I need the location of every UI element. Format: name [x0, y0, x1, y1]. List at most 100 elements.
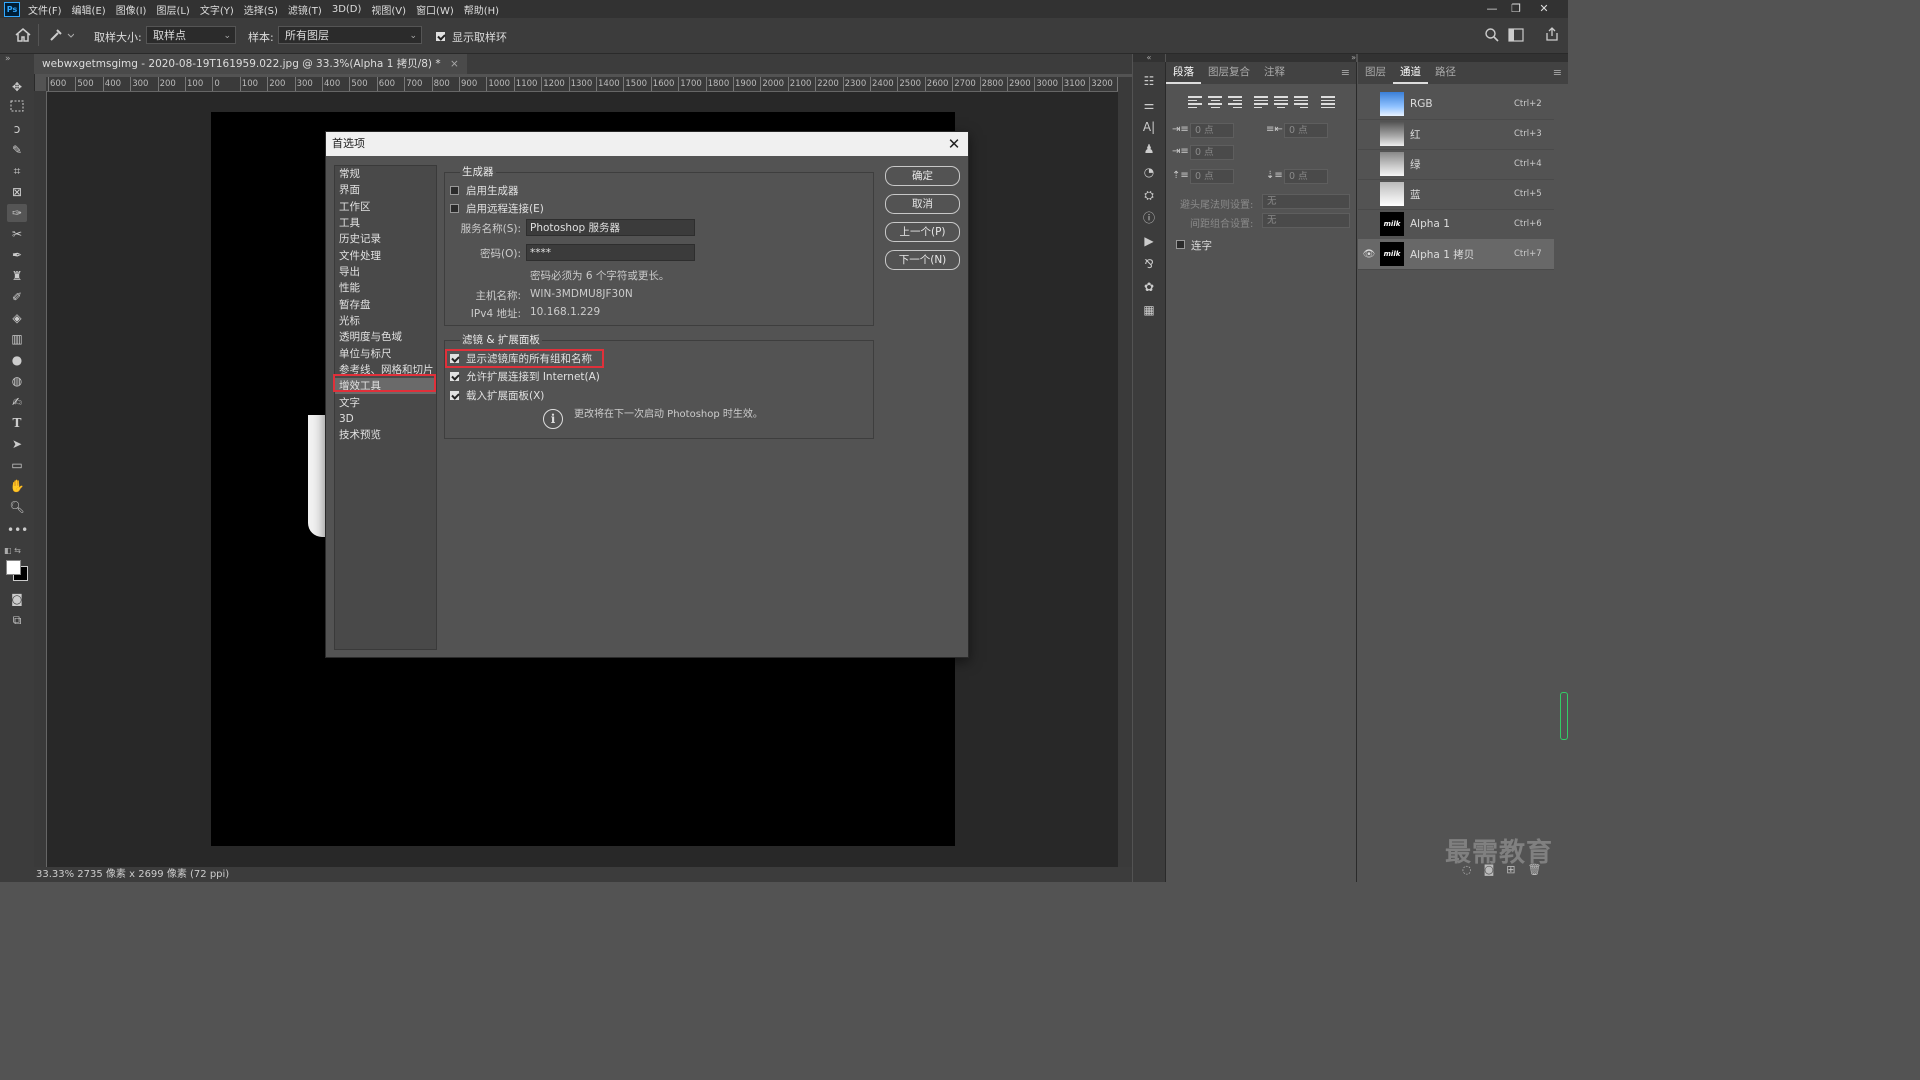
home-icon[interactable] — [14, 27, 32, 43]
channel-row-blue[interactable]: 蓝 Ctrl+5 — [1358, 179, 1554, 210]
channel-row-red[interactable]: 红 Ctrl+3 — [1358, 119, 1554, 150]
panel-menu-icon[interactable]: ≡ — [1341, 66, 1350, 84]
minimize-button[interactable]: — — [1481, 0, 1503, 18]
marquee-tool-icon[interactable] — [7, 99, 27, 117]
swatches-panel-icon[interactable]: ✿ — [1139, 278, 1159, 296]
channel-row-rgb[interactable]: RGB Ctrl+2 — [1358, 89, 1554, 120]
hand-tool-icon[interactable]: ✋ — [7, 477, 27, 495]
dodge-tool-icon[interactable]: ◍ — [7, 372, 27, 390]
category-transparency[interactable]: 透明度与色域 — [339, 329, 402, 345]
close-icon[interactable]: ✕ — [944, 133, 964, 155]
category-performance[interactable]: 性能 — [339, 280, 360, 296]
type-tool-icon[interactable]: T — [7, 414, 27, 432]
sample-size-select[interactable]: 取样点 ⌄ — [146, 26, 236, 44]
screen-mode-icon[interactable]: ⧉ — [7, 611, 27, 629]
properties-panel-icon[interactable]: ⛭ — [1139, 186, 1159, 204]
menu-edit[interactable]: 编辑(E) — [72, 2, 106, 17]
tab-channels[interactable]: 通道 — [1393, 64, 1428, 84]
align-left-icon[interactable] — [1188, 96, 1202, 108]
more-tools-icon[interactable]: ••• — [7, 521, 28, 539]
load-extension-panels-checkbox[interactable] — [450, 390, 459, 400]
category-cursors[interactable]: 光标 — [339, 313, 360, 329]
category-general[interactable]: 常规 — [339, 166, 360, 182]
lasso-tool-icon[interactable]: ↄ — [7, 120, 27, 138]
allow-extensions-checkbox[interactable] — [450, 371, 459, 381]
share-icon[interactable] — [1544, 26, 1560, 42]
hyphenate-checkbox[interactable] — [1176, 240, 1185, 249]
enable-remote-row[interactable]: 启用远程连接(E) — [450, 200, 544, 216]
ok-button[interactable]: 确定 — [885, 166, 960, 186]
tab-layers[interactable]: 图层 — [1358, 64, 1393, 84]
menu-file[interactable]: 文件(F) — [28, 2, 62, 17]
path-selection-tool-icon[interactable]: ➤ — [7, 435, 27, 453]
password-field[interactable]: **** — [526, 244, 695, 261]
menu-help[interactable]: 帮助(H) — [464, 2, 499, 17]
color-panel-icon[interactable]: ◔ — [1139, 163, 1159, 181]
history-panel-icon[interactable]: ☷ — [1139, 72, 1159, 90]
category-units-rulers[interactable]: 单位与标尺 — [339, 346, 392, 362]
indent-right-field[interactable]: 0 点 — [1284, 123, 1328, 138]
table-panel-icon[interactable]: ▦ — [1139, 301, 1159, 319]
category-interface[interactable]: 界面 — [339, 182, 360, 198]
default-colors-icon[interactable]: ◧ ⇆ — [4, 546, 21, 555]
menu-select[interactable]: 选择(S) — [244, 2, 278, 17]
brush-tool-icon[interactable]: ✒ — [7, 246, 27, 264]
justify-left-icon[interactable] — [1254, 96, 1268, 108]
actions-panel-icon[interactable]: ▶ — [1139, 232, 1159, 250]
zoom-tool-icon[interactable]: 🔍︎ — [7, 498, 27, 516]
clone-stamp-tool-icon[interactable]: ♜ — [7, 267, 27, 285]
enable-generator-checkbox[interactable] — [450, 185, 459, 195]
enable-generator-row[interactable]: 启用生成器 — [450, 182, 519, 198]
menu-image[interactable]: 图像(I) — [116, 2, 147, 17]
expand-panels-icon[interactable]: » — [1166, 54, 1356, 62]
pen-tool-icon[interactable]: ✍ — [7, 393, 27, 411]
category-tools[interactable]: 工具 — [339, 215, 360, 231]
move-tool-icon[interactable]: ✥ — [7, 78, 27, 96]
quick-selection-tool-icon[interactable]: ✎ — [7, 141, 27, 159]
collapse-strip-icon[interactable]: « — [1133, 54, 1165, 62]
quick-mask-icon[interactable]: ◙ — [7, 590, 27, 608]
category-3d[interactable]: 3D — [339, 411, 354, 427]
justify-right-icon[interactable] — [1294, 96, 1308, 108]
crop-tool-icon[interactable]: ⌗ — [7, 162, 27, 180]
category-history[interactable]: 历史记录 — [339, 231, 381, 247]
frame-tool-icon[interactable]: ⊠ — [7, 183, 27, 201]
justify-center-icon[interactable] — [1274, 96, 1288, 108]
vertical-scrollbar[interactable] — [1118, 77, 1132, 867]
mojikumi-select[interactable]: 无 — [1262, 213, 1350, 228]
justify-all-icon[interactable] — [1321, 96, 1335, 108]
eraser-tool-icon[interactable]: ◈ — [7, 309, 27, 327]
channel-row-alpha1[interactable]: milk Alpha 1 Ctrl+6 — [1358, 209, 1554, 240]
next-button[interactable]: 下一个(N) — [885, 250, 960, 270]
tab-close-icon[interactable]: × — [450, 58, 459, 70]
dialog-title-bar[interactable]: 首选项 ✕ — [326, 132, 968, 156]
align-center-icon[interactable] — [1208, 96, 1222, 108]
menu-3d[interactable]: 3D(D) — [332, 4, 362, 15]
adjustments-panel-icon[interactable]: ⚌ — [1139, 96, 1159, 114]
brush-settings-panel-icon[interactable]: ⅋ — [1139, 255, 1159, 273]
service-name-field[interactable]: Photoshop 服务器 — [526, 219, 695, 236]
rectangle-tool-icon[interactable]: ▭ — [7, 456, 27, 474]
tab-notes[interactable]: 注释 — [1257, 64, 1292, 84]
align-right-icon[interactable] — [1228, 96, 1242, 108]
menu-window[interactable]: 窗口(W) — [416, 2, 454, 17]
allow-extensions-row[interactable]: 允许扩展连接到 Internet(A) — [450, 368, 600, 384]
previous-button[interactable]: 上一个(P) — [885, 222, 960, 242]
channel-row-alpha1-copy[interactable]: 👁︎ milk Alpha 1 拷贝 Ctrl+7 — [1358, 239, 1554, 270]
clone-source-panel-icon[interactable]: ♟ — [1139, 140, 1159, 158]
healing-brush-tool-icon[interactable]: ✂ — [7, 225, 27, 243]
eyedropper-tool-preset-icon[interactable] — [48, 27, 75, 43]
tab-layer-comps[interactable]: 图层复合 — [1201, 64, 1257, 84]
load-extension-panels-row[interactable]: 载入扩展面板(X) — [450, 387, 544, 403]
scroll-indicator[interactable] — [1560, 692, 1568, 740]
menu-view[interactable]: 视图(V) — [371, 2, 406, 17]
kinsoku-select[interactable]: 无 — [1262, 194, 1350, 209]
workspace-icon[interactable] — [1508, 28, 1524, 42]
menu-layer[interactable]: 图层(L) — [156, 2, 189, 17]
restore-button[interactable]: ❐ — [1505, 0, 1527, 18]
category-type[interactable]: 文字 — [339, 395, 360, 411]
show-sampling-ring-checkbox[interactable] — [436, 32, 445, 41]
search-icon[interactable] — [1484, 27, 1500, 43]
enable-remote-checkbox[interactable] — [450, 203, 459, 213]
category-workspace[interactable]: 工作区 — [339, 199, 371, 215]
